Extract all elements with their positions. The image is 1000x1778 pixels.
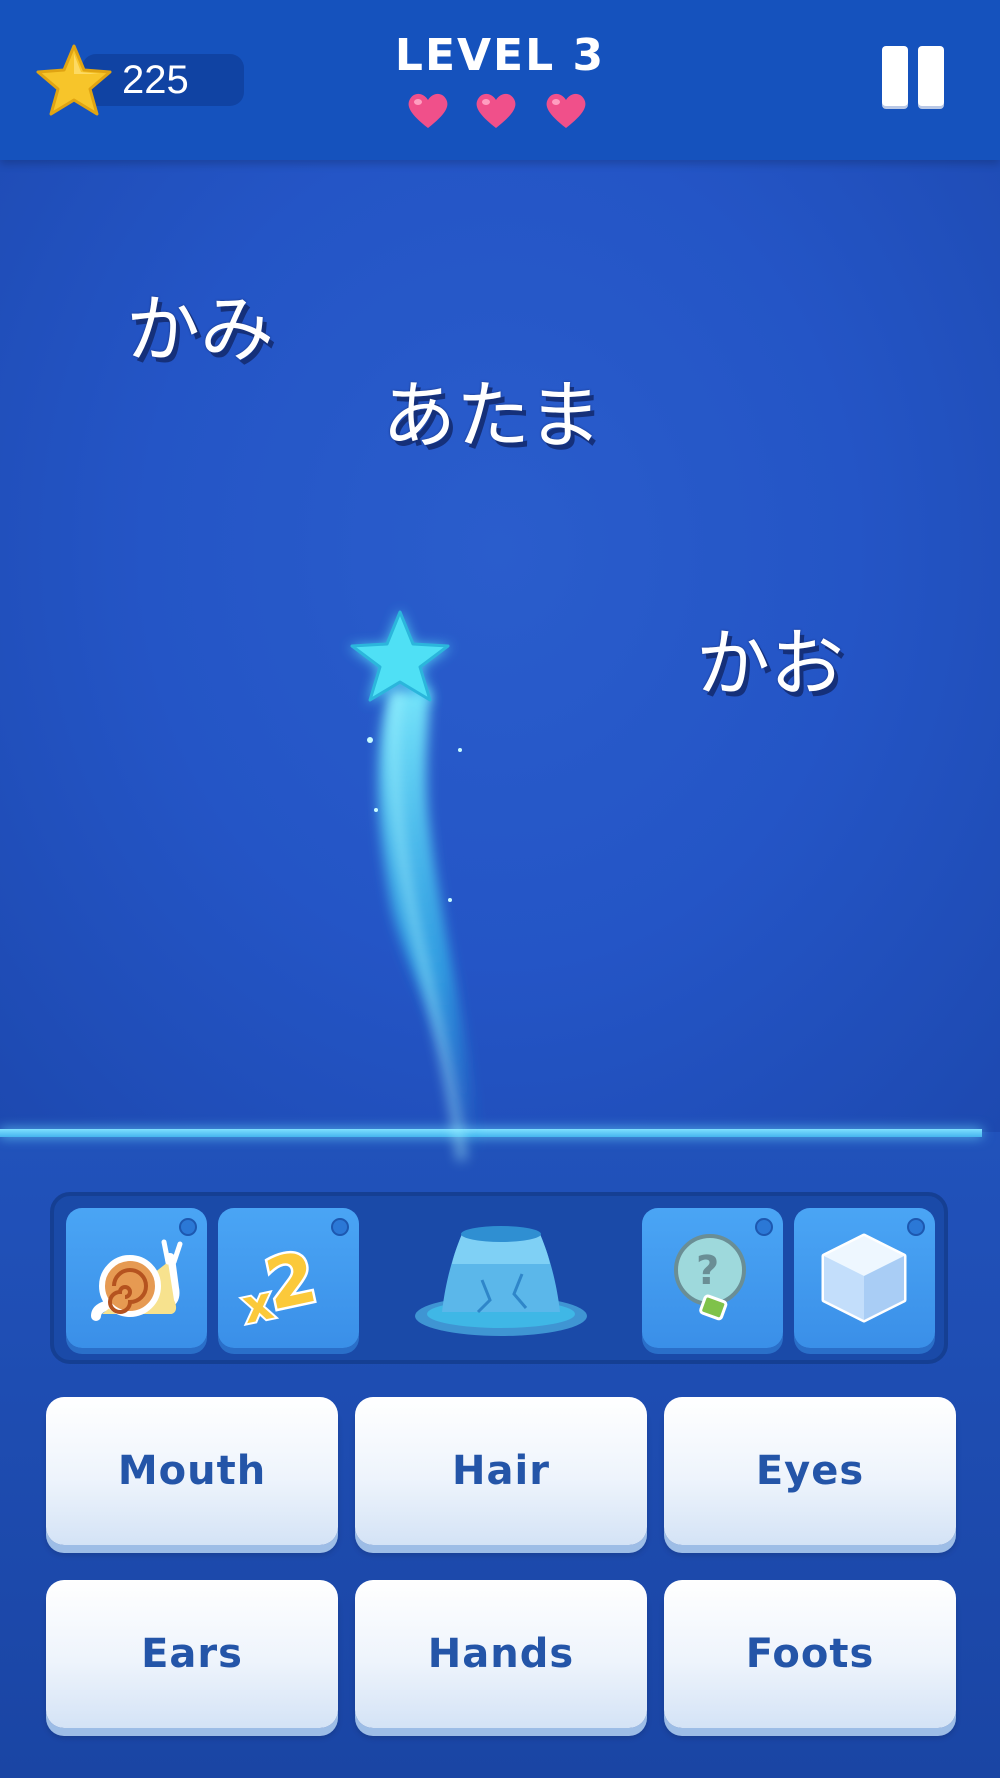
answer-button[interactable]: Eyes [664, 1397, 956, 1545]
powerup-slow-button[interactable] [66, 1208, 207, 1348]
lives-hearts [400, 90, 600, 136]
powerup-freeze-button[interactable] [794, 1208, 935, 1348]
heart-icon [476, 93, 516, 128]
powerup-double-button[interactable]: x 2 [218, 1208, 359, 1348]
falling-word: かみ [126, 287, 274, 373]
top-bar: 225 LEVEL 3 [0, 0, 1000, 160]
hint-bulb-icon: ? [674, 1234, 746, 1321]
falling-word: あたま [382, 373, 602, 459]
snail-icon [91, 1239, 183, 1321]
answer-button[interactable]: Mouth [46, 1397, 338, 1545]
heart-icon [408, 93, 448, 128]
answer-button[interactable]: Ears [46, 1580, 338, 1728]
answer-button[interactable]: Foots [664, 1580, 956, 1728]
level-title: LEVEL 3 [394, 30, 606, 81]
answer-button[interactable]: Hands [355, 1580, 647, 1728]
falling-word: かお [696, 621, 844, 707]
pause-button[interactable] [878, 46, 946, 110]
heart-icon [546, 93, 586, 128]
pause-icon [882, 46, 908, 106]
ice-cube-icon [821, 1233, 907, 1323]
svg-text:?: ? [696, 1248, 719, 1294]
powerup-hint-button[interactable]: ? [642, 1208, 783, 1348]
star-projectile [348, 610, 480, 1161]
launcher-cannon [415, 1226, 587, 1336]
answer-button[interactable]: Hair [355, 1397, 647, 1545]
x2-icon: x 2 [238, 1234, 326, 1328]
